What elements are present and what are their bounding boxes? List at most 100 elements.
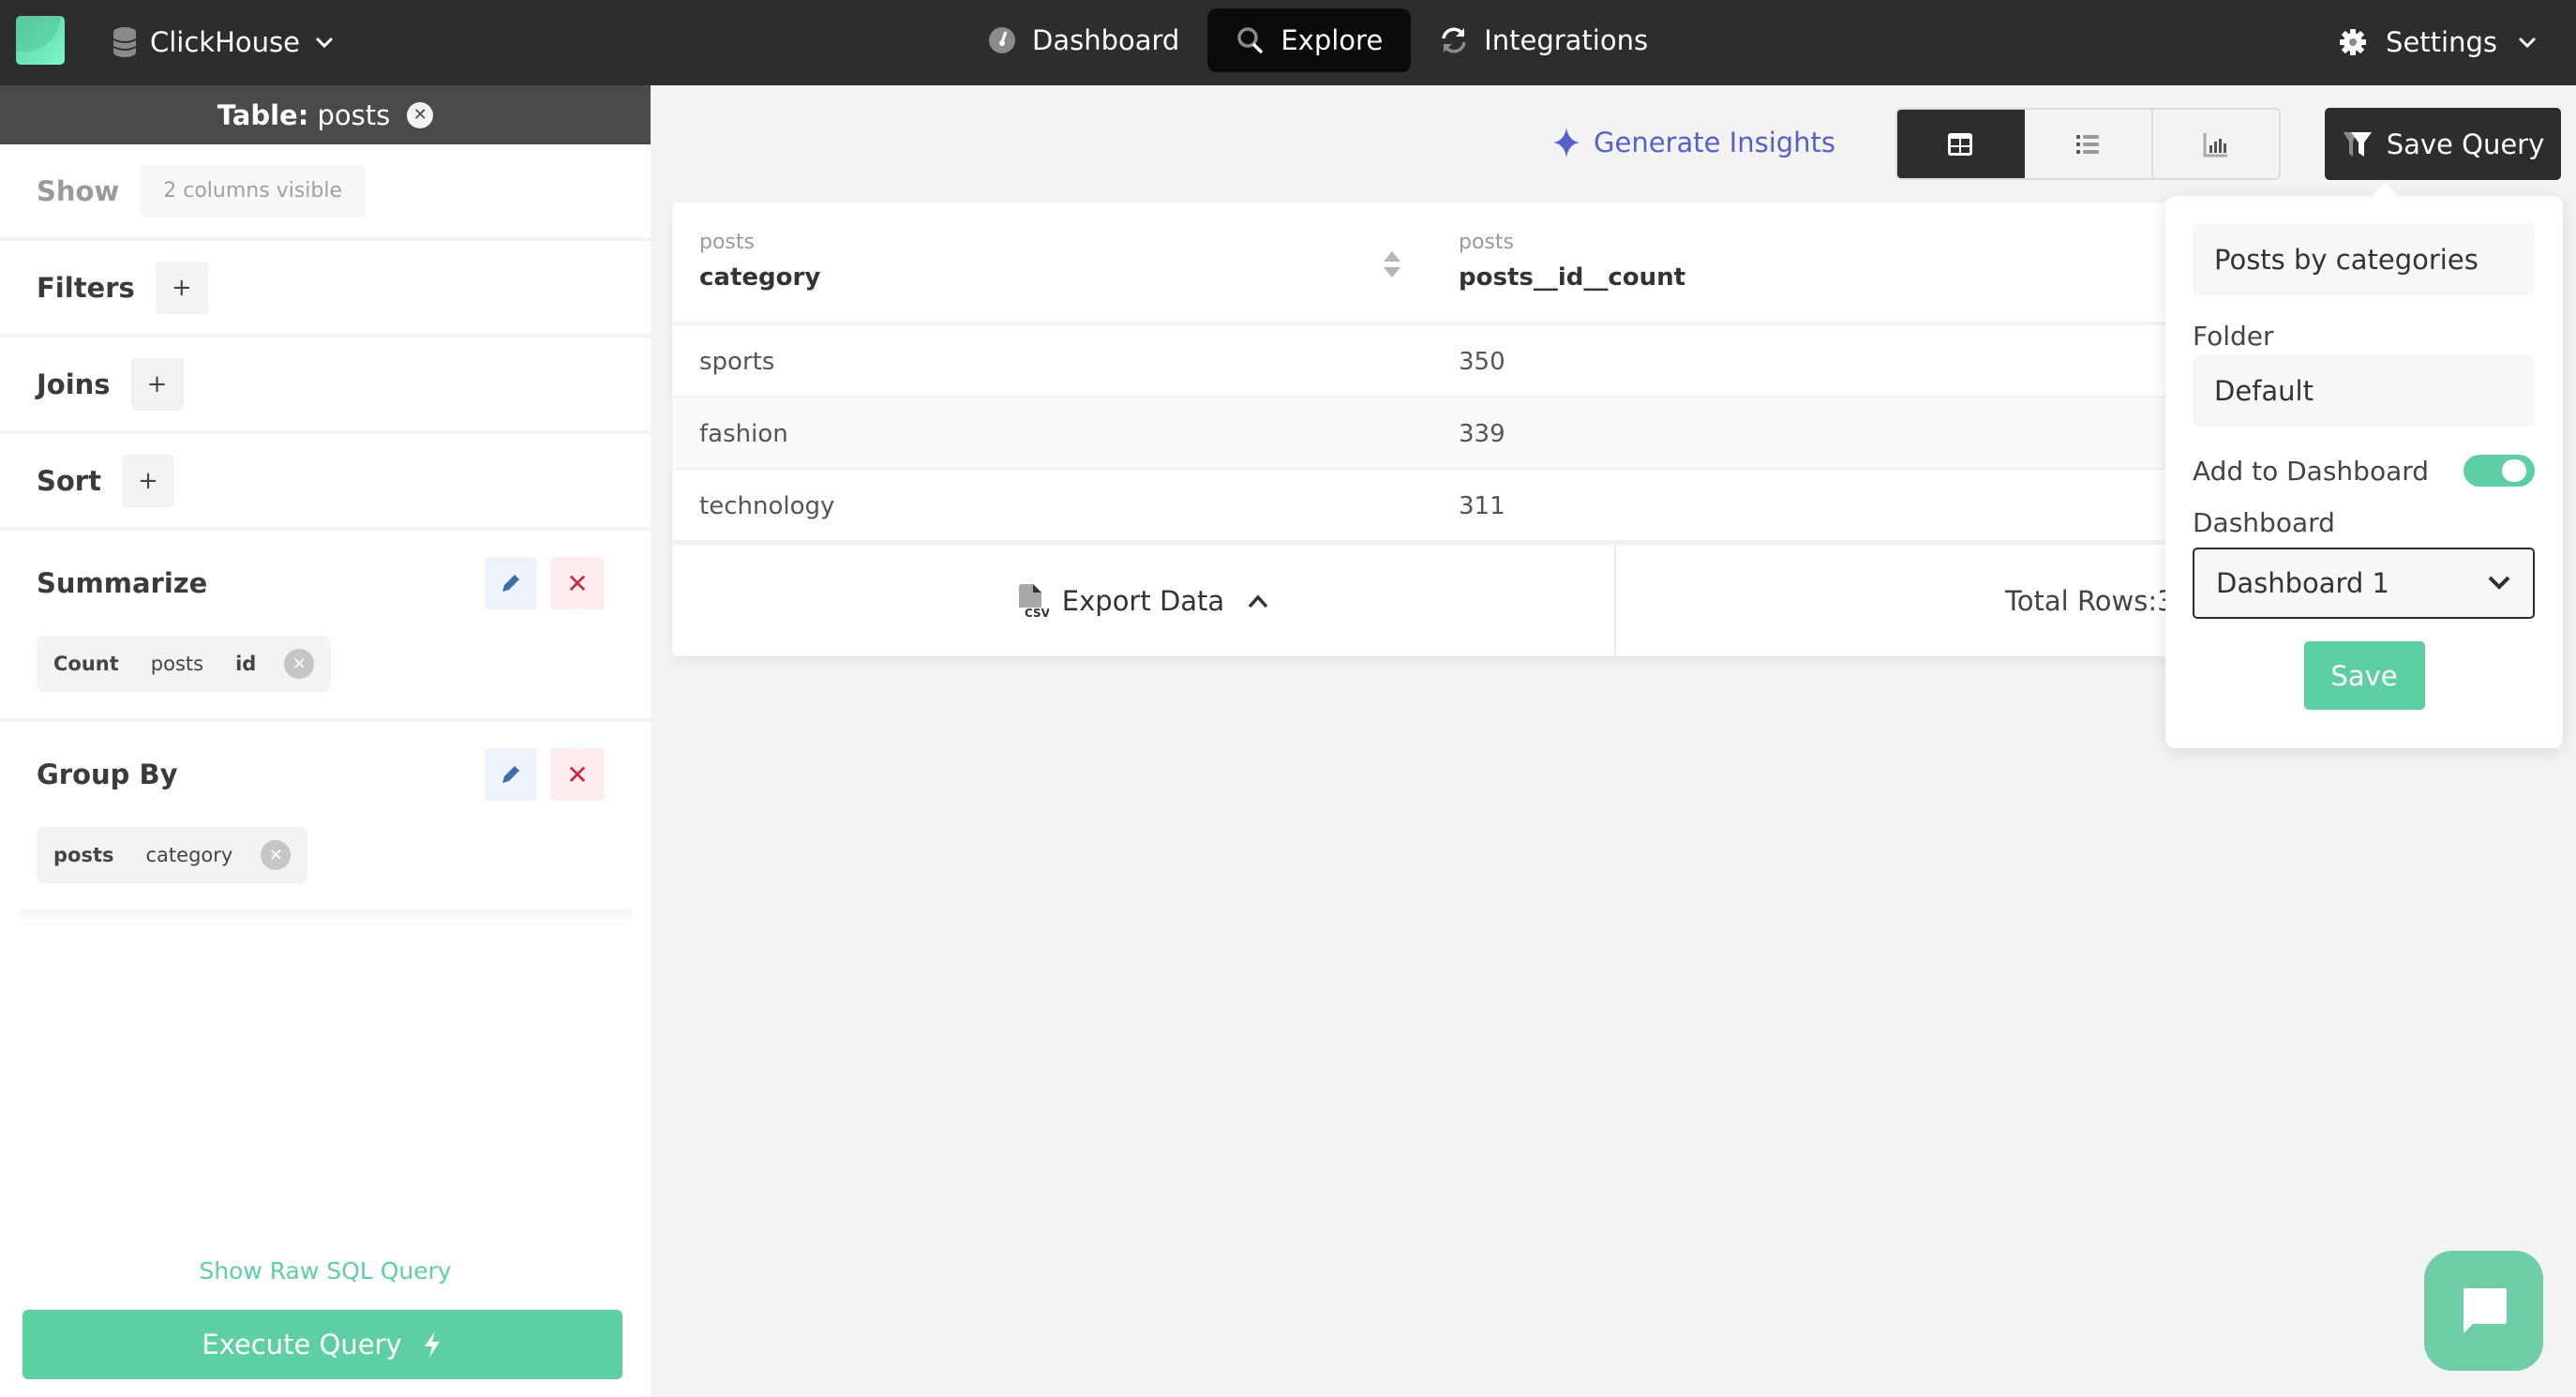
chip-table: posts bbox=[53, 844, 114, 866]
nav-integrations[interactable]: Integrations bbox=[1411, 8, 1676, 72]
database-selector[interactable]: ClickHouse bbox=[112, 21, 336, 64]
chevron-up-icon bbox=[1248, 593, 1268, 608]
generate-insights-label: Generate Insights bbox=[1594, 127, 1836, 158]
add-join-button[interactable]: + bbox=[130, 357, 184, 411]
remove-group-by-button[interactable]: ✕ bbox=[551, 748, 604, 801]
pencil-icon bbox=[502, 575, 519, 592]
add-sort-button[interactable]: + bbox=[121, 454, 174, 507]
remove-chip-button[interactable]: ✕ bbox=[261, 840, 292, 870]
table-name: posts bbox=[317, 98, 391, 131]
summarize-section: Summarize ✕ Count posts id ✕ bbox=[0, 531, 651, 722]
view-mode-toggle bbox=[1895, 108, 2281, 180]
folder-label: Folder bbox=[2193, 321, 2274, 352]
table-footer: CSV Export Data Total Rows:3 bbox=[672, 542, 2209, 656]
query-name-input[interactable]: Posts by categories bbox=[2193, 224, 2535, 295]
table-row: technology 311 bbox=[672, 470, 2209, 542]
add-to-dashboard-label: Add to Dashboard bbox=[2193, 455, 2430, 487]
gear-icon bbox=[2340, 29, 2367, 55]
chip-function: Count bbox=[53, 653, 119, 675]
cell-count: 350 bbox=[1459, 348, 1505, 376]
column-header-category[interactable]: posts category bbox=[699, 231, 820, 292]
group-by-chip[interactable]: posts category ✕ bbox=[37, 827, 308, 883]
sort-section: Sort + bbox=[0, 434, 651, 531]
save-query-button[interactable]: Save Query bbox=[2325, 108, 2561, 180]
lightning-icon bbox=[424, 1331, 440, 1358]
group-by-section: Group By ✕ posts category ✕ bbox=[0, 722, 651, 909]
show-section: Show 2 columns visible bbox=[0, 144, 651, 241]
export-data-button[interactable]: CSV Export Data bbox=[672, 545, 1616, 656]
summarize-chip[interactable]: Count posts id ✕ bbox=[37, 636, 332, 692]
chip-column: id bbox=[235, 653, 257, 675]
cell-category: technology bbox=[699, 492, 835, 520]
column-name: posts__id__count bbox=[1459, 263, 1686, 292]
generate-insights-button[interactable]: Generate Insights bbox=[1552, 124, 1835, 161]
database-icon bbox=[112, 27, 137, 57]
show-title: Show bbox=[37, 174, 120, 207]
execute-query-label: Execute Query bbox=[202, 1329, 402, 1360]
settings-menu[interactable]: Settings bbox=[2339, 21, 2539, 64]
nav-dashboard[interactable]: Dashboard bbox=[959, 8, 1207, 72]
joins-section: Joins + bbox=[0, 338, 651, 434]
cell-count: 339 bbox=[1459, 420, 1505, 448]
table-row: sports 350 bbox=[672, 325, 2209, 398]
popover-save-button[interactable]: Save bbox=[2303, 641, 2425, 710]
chart-view-button[interactable] bbox=[2152, 110, 2279, 178]
column-table: posts bbox=[699, 231, 755, 254]
results-table: posts category posts posts__id__count sp… bbox=[672, 203, 2209, 656]
execute-query-button[interactable]: Execute Query bbox=[22, 1310, 622, 1379]
query-builder-sidebar: Table: posts ✕ Show 2 columns visible Fi… bbox=[0, 85, 651, 1397]
nav-explore[interactable]: Explore bbox=[1207, 8, 1412, 72]
table-view-button[interactable] bbox=[1897, 110, 2026, 178]
nav-dashboard-label: Dashboard bbox=[1032, 24, 1180, 56]
save-query-popover: Posts by categories Folder Default Add t… bbox=[2165, 183, 2563, 748]
section-divider bbox=[19, 909, 632, 928]
summarize-title: Summarize bbox=[37, 567, 208, 599]
csv-badge: CSV bbox=[1025, 607, 1049, 619]
pencil-icon bbox=[502, 766, 519, 783]
cell-count: 311 bbox=[1459, 492, 1505, 520]
csv-file-icon: CSV bbox=[1018, 583, 1049, 619]
total-rows: Total Rows:3 bbox=[2005, 584, 2175, 617]
table-prefix: Table: bbox=[217, 98, 309, 131]
close-icon: ✕ bbox=[566, 759, 589, 790]
save-query-label: Save Query bbox=[2386, 128, 2545, 160]
list-view-button[interactable] bbox=[2025, 110, 2153, 178]
column-name: category bbox=[699, 263, 821, 292]
add-filter-button[interactable]: + bbox=[155, 261, 208, 314]
column-header-count[interactable]: posts posts__id__count bbox=[1459, 231, 1685, 292]
dashboard-label: Dashboard bbox=[2193, 507, 2335, 538]
folder-input[interactable]: Default bbox=[2193, 355, 2535, 427]
edit-group-by-button[interactable] bbox=[485, 748, 537, 801]
table-row: fashion 339 bbox=[672, 398, 2209, 470]
add-to-dashboard-toggle[interactable] bbox=[2464, 455, 2535, 487]
remove-summarize-button[interactable]: ✕ bbox=[551, 557, 604, 609]
dashboard-select[interactable]: Dashboard 1 bbox=[2193, 548, 2535, 619]
filters-title: Filters bbox=[37, 271, 135, 304]
columns-visible-button[interactable]: 2 columns visible bbox=[140, 164, 366, 218]
clear-table-button[interactable]: ✕ bbox=[407, 101, 434, 128]
chevron-down-icon bbox=[315, 37, 334, 49]
nav-integrations-label: Integrations bbox=[1484, 24, 1649, 56]
add-to-dashboard-row: Add to Dashboard bbox=[2193, 455, 2535, 487]
sync-icon bbox=[1442, 27, 1466, 53]
chat-support-button[interactable] bbox=[2424, 1251, 2543, 1371]
app-logo[interactable] bbox=[16, 16, 65, 65]
cell-category: sports bbox=[699, 348, 775, 376]
edit-summarize-button[interactable] bbox=[485, 557, 537, 609]
main-nav: Dashboard Explore Integrations bbox=[959, 8, 1676, 72]
group-by-title: Group By bbox=[37, 759, 178, 790]
export-data-label: Export Data bbox=[1061, 584, 1225, 617]
remove-chip-button[interactable]: ✕ bbox=[284, 649, 315, 679]
gauge-icon bbox=[989, 27, 1015, 53]
table-bar: Table: posts ✕ bbox=[0, 85, 651, 144]
show-raw-sql-link[interactable]: Show Raw SQL Query bbox=[0, 1257, 651, 1284]
table-icon bbox=[1948, 132, 1973, 156]
settings-label: Settings bbox=[2386, 26, 2497, 58]
sort-icon[interactable] bbox=[1381, 249, 1403, 279]
nav-explore-label: Explore bbox=[1281, 24, 1384, 56]
dashboard-select-value: Dashboard 1 bbox=[2216, 567, 2390, 599]
filter-icon bbox=[2343, 131, 2372, 157]
top-nav: ClickHouse Dashboard Explore Integration… bbox=[0, 0, 2576, 85]
chevron-down-icon bbox=[2488, 576, 2510, 590]
sparkle-icon bbox=[1553, 128, 1580, 158]
